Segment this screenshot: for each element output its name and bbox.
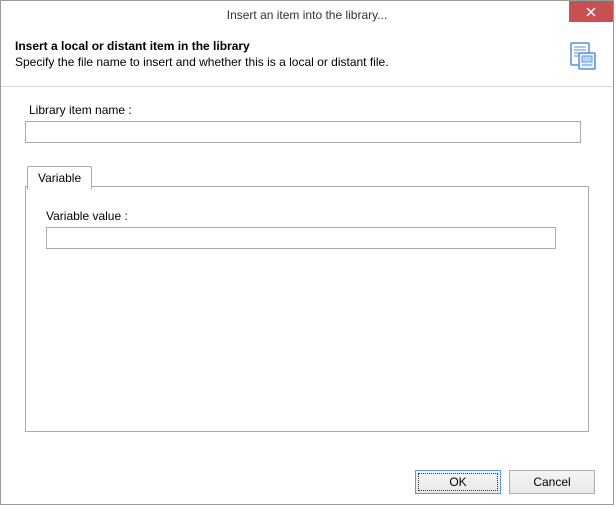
header-subtitle: Specify the file name to insert and whet… bbox=[15, 55, 599, 69]
tab-variable-label: Variable bbox=[38, 171, 81, 185]
header-panel: Insert a local or distant item in the li… bbox=[1, 29, 613, 87]
titlebar: Insert an item into the library... bbox=[1, 1, 613, 29]
dialog-window: Insert an item into the library... Inser… bbox=[0, 0, 614, 505]
cancel-button[interactable]: Cancel bbox=[509, 470, 595, 494]
close-button[interactable] bbox=[569, 1, 613, 22]
variable-value-input[interactable] bbox=[46, 227, 556, 249]
header-title: Insert a local or distant item in the li… bbox=[15, 39, 599, 53]
cancel-button-label: Cancel bbox=[533, 475, 570, 489]
dialog-footer: OK Cancel bbox=[415, 470, 595, 494]
tab-header: Variable bbox=[25, 165, 589, 187]
ok-button-label: OK bbox=[449, 475, 466, 489]
library-item-name-label: Library item name : bbox=[29, 103, 589, 117]
tab-variable[interactable]: Variable bbox=[27, 166, 92, 190]
variable-value-label: Variable value : bbox=[46, 209, 568, 223]
library-item-icon bbox=[567, 41, 599, 73]
library-item-name-input[interactable] bbox=[25, 121, 581, 143]
dialog-title: Insert an item into the library... bbox=[227, 8, 388, 22]
close-icon bbox=[586, 7, 596, 17]
ok-button[interactable]: OK bbox=[415, 470, 501, 494]
tab-container: Variable Variable value : bbox=[25, 165, 589, 433]
tab-body: Variable value : bbox=[25, 186, 589, 432]
body-area: Library item name : Variable Variable va… bbox=[1, 87, 613, 441]
